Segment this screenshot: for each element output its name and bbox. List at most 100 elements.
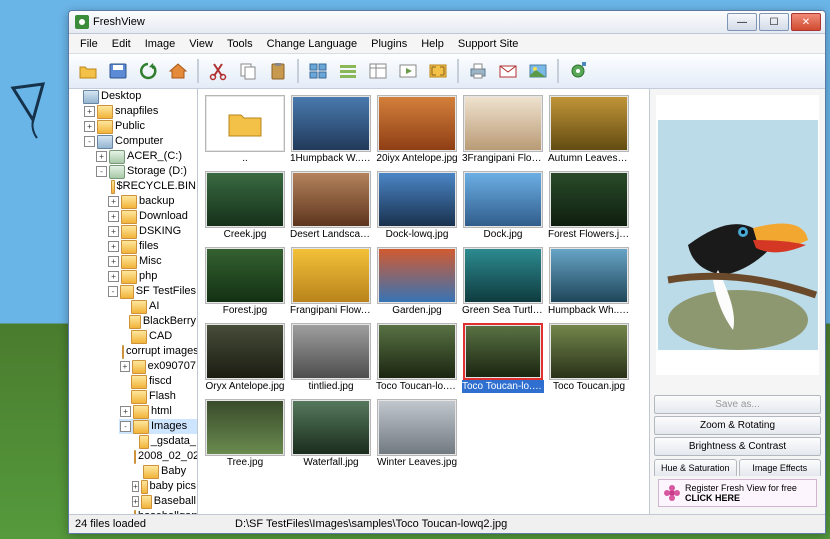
thumbnail[interactable]: Dock-lowq.jpg — [376, 171, 458, 241]
print-button[interactable] — [465, 58, 491, 84]
expand-toggle[interactable]: + — [84, 106, 95, 117]
menu-plugins[interactable]: Plugins — [364, 36, 414, 52]
thumbnail[interactable]: Toco Toucan-lo...jpg — [462, 323, 544, 393]
menu-help[interactable]: Help — [414, 36, 451, 52]
tree-item[interactable]: 2008_02_02 — [131, 449, 197, 464]
paste-button[interactable] — [265, 58, 291, 84]
thumbnail[interactable]: Humpback Wh...jpg — [548, 247, 630, 317]
thumbnail[interactable]: Winter Leaves.jpg — [376, 399, 458, 469]
tree-item[interactable]: $RECYCLE.BIN — [107, 179, 197, 194]
tree-item[interactable]: CAD — [119, 329, 197, 344]
expand-toggle[interactable]: + — [108, 271, 119, 282]
close-button[interactable]: ✕ — [791, 13, 821, 31]
list-view-button[interactable] — [335, 58, 361, 84]
menu-file[interactable]: File — [73, 36, 105, 52]
expand-toggle[interactable]: + — [132, 496, 139, 507]
thumbnail[interactable]: Oryx Antelope.jpg — [204, 323, 286, 393]
wallpaper-button[interactable] — [525, 58, 551, 84]
tree-item[interactable]: -Images — [119, 419, 197, 434]
tree-item[interactable]: baseballgame — [131, 509, 197, 514]
tree-item[interactable]: +files — [107, 239, 197, 254]
settings-button[interactable] — [565, 58, 591, 84]
expand-toggle[interactable]: - — [108, 286, 118, 297]
expand-toggle[interactable]: + — [108, 256, 119, 267]
home-button[interactable] — [165, 58, 191, 84]
details-view-button[interactable] — [365, 58, 391, 84]
tree-item[interactable]: +Misc — [107, 254, 197, 269]
titlebar[interactable]: FreshView — ☐ ✕ — [69, 11, 825, 34]
minimize-button[interactable]: — — [727, 13, 757, 31]
thumbnails-view-button[interactable] — [305, 58, 331, 84]
thumbnail[interactable]: Desert Landsca...jpg — [290, 171, 372, 241]
thumbnail[interactable]: Green Sea Turtle.jpg — [462, 247, 544, 317]
maximize-button[interactable]: ☐ — [759, 13, 789, 31]
thumbnail[interactable]: Autumn Leaves.jpg — [548, 95, 630, 165]
tree-item[interactable]: +html — [119, 404, 197, 419]
register-banner[interactable]: Register Fresh View for free CLICK HERE — [658, 479, 817, 507]
thumbnail[interactable]: Waterfall.jpg — [290, 399, 372, 469]
save-button[interactable] — [105, 58, 131, 84]
tab-image-effects[interactable]: Image Effects — [739, 459, 822, 476]
expand-toggle[interactable]: + — [132, 481, 139, 492]
thumbnail[interactable]: Forest.jpg — [204, 247, 286, 317]
menu-view[interactable]: View — [182, 36, 220, 52]
tree-item[interactable]: +ACER_(C:) — [95, 149, 197, 164]
menu-tools[interactable]: Tools — [220, 36, 260, 52]
expand-toggle[interactable]: + — [108, 226, 119, 237]
slideshow-button[interactable] — [395, 58, 421, 84]
thumbnail[interactable]: tintlied.jpg — [290, 323, 372, 393]
thumbnail[interactable]: Dock.jpg — [462, 171, 544, 241]
tree-item[interactable]: -Storage (D:) — [95, 164, 197, 179]
tree-item[interactable]: Baby — [131, 464, 197, 479]
tree-item[interactable]: +baby pics — [131, 479, 197, 494]
tree-item[interactable]: +Baseball — [131, 494, 197, 509]
tree-item[interactable]: +snapfiles — [83, 104, 197, 119]
brightness-contrast-button[interactable]: Brightness & Contrast — [654, 437, 821, 456]
tab-hue-saturation[interactable]: Hue & Saturation — [654, 459, 737, 476]
thumbnail[interactable]: 3Frangipani Flo...jpg — [462, 95, 544, 165]
tree-item[interactable]: +php — [107, 269, 197, 284]
expand-toggle[interactable]: + — [108, 196, 119, 207]
thumbnail[interactable]: Frangipani Flow...jpg — [290, 247, 372, 317]
tree-item[interactable]: BlackBerry — [119, 314, 197, 329]
thumbnail-panel[interactable]: ..1Humpback W...jpg20iyx Antelope.jpg3Fr… — [198, 89, 649, 514]
tree-item[interactable]: +backup — [107, 194, 197, 209]
tree-item[interactable]: +DSKING — [107, 224, 197, 239]
email-button[interactable] — [495, 58, 521, 84]
thumbnail[interactable]: .. — [204, 95, 286, 165]
tree-item[interactable]: +ex090707 — [119, 359, 197, 374]
thumbnail[interactable]: 20iyx Antelope.jpg — [376, 95, 458, 165]
expand-toggle[interactable]: + — [120, 361, 130, 372]
tree-item[interactable]: _gsdata_ — [131, 434, 197, 449]
expand-toggle[interactable]: + — [96, 151, 107, 162]
expand-toggle[interactable]: - — [96, 166, 107, 177]
zoom-rotate-button[interactable]: Zoom & Rotating — [654, 416, 821, 435]
expand-toggle[interactable]: + — [84, 121, 95, 132]
tree-item[interactable]: fiscd — [119, 374, 197, 389]
expand-toggle[interactable]: + — [108, 211, 119, 222]
expand-toggle[interactable]: + — [108, 241, 119, 252]
thumbnail[interactable]: Toco Toucan.jpg — [548, 323, 630, 393]
tree-item[interactable]: Flash — [119, 389, 197, 404]
thumbnail[interactable]: Creek.jpg — [204, 171, 286, 241]
thumbnail[interactable]: 1Humpback W...jpg — [290, 95, 372, 165]
menu-support[interactable]: Support Site — [451, 36, 526, 52]
thumbnail[interactable]: Garden.jpg — [376, 247, 458, 317]
menu-edit[interactable]: Edit — [105, 36, 138, 52]
tree-desktop[interactable]: Desktop — [71, 89, 197, 104]
save-as-button[interactable]: Save as... — [654, 395, 821, 414]
menu-image[interactable]: Image — [138, 36, 183, 52]
menu-language[interactable]: Change Language — [260, 36, 365, 52]
tree-item[interactable]: -Computer — [83, 134, 197, 149]
cut-button[interactable] — [205, 58, 231, 84]
tree-item[interactable]: AI — [119, 299, 197, 314]
copy-button[interactable] — [235, 58, 261, 84]
expand-toggle[interactable]: - — [84, 136, 95, 147]
tree-item[interactable]: +Download — [107, 209, 197, 224]
expand-toggle[interactable]: - — [120, 421, 131, 432]
expand-toggle[interactable]: + — [120, 406, 131, 417]
folder-tree[interactable]: Desktop +snapfiles+Public-Computer+ACER_… — [69, 89, 198, 514]
tree-item[interactable]: -SF TestFiles — [107, 284, 197, 299]
thumbnail[interactable]: Toco Toucan-lo...jpg — [376, 323, 458, 393]
thumbnail[interactable]: Forest Flowers.jpg — [548, 171, 630, 241]
